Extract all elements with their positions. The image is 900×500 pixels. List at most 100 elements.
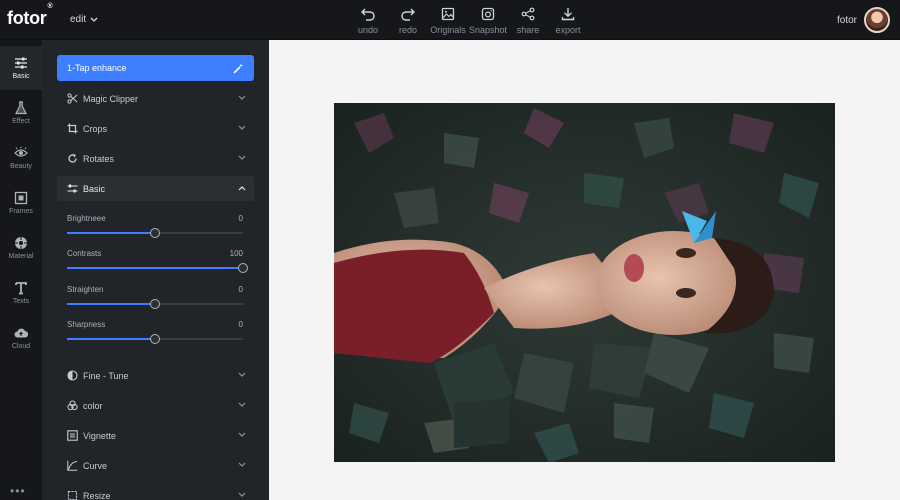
rail-item-texts[interactable]: Texts — [0, 271, 42, 315]
rail-label: Effect — [12, 118, 30, 125]
rail-item-effect[interactable]: Effect — [0, 91, 42, 135]
straighten-slider: Straighten 0 — [67, 285, 243, 313]
color-circles-icon — [67, 400, 78, 411]
more-menu[interactable]: ••• — [10, 484, 26, 498]
edited-photo[interactable] — [334, 103, 835, 462]
section-label: Basic — [83, 183, 106, 194]
sliders-icon — [67, 184, 78, 193]
section-label: Rotates — [83, 153, 115, 164]
section-curve[interactable]: Curve — [57, 453, 254, 478]
section-label: color — [83, 400, 103, 411]
magic-wand-icon — [233, 63, 243, 74]
originals-label: Originals — [430, 25, 466, 35]
section-color[interactable]: color — [57, 393, 254, 418]
slider-fill — [67, 338, 155, 340]
section-label: Resize — [83, 490, 111, 500]
slider-value: 0 — [238, 214, 243, 223]
contrast-slider: Contrasts 100 — [67, 249, 248, 277]
export-label: export — [555, 25, 581, 35]
snapshot-label: Snapshot — [468, 25, 508, 35]
slider-handle[interactable] — [150, 228, 160, 238]
section-label: Magic Clipper — [83, 93, 139, 104]
snapshot-icon — [481, 7, 495, 21]
share-button[interactable]: share — [508, 6, 548, 35]
curve-icon — [67, 460, 78, 471]
top-bar: fotor® edit undo redo Originals Snapshot… — [0, 0, 900, 40]
rail-item-material[interactable]: Material — [0, 226, 42, 270]
toolbar: undo redo Originals Snapshot share expor… — [348, 6, 588, 35]
editor-canvas[interactable] — [269, 40, 900, 500]
snapshot-button[interactable]: Snapshot — [468, 6, 508, 35]
edit-menu-dropdown[interactable]: edit — [70, 14, 98, 25]
rotate-icon — [68, 153, 77, 163]
section-label: Vignette — [83, 430, 116, 441]
chevron-down-icon — [90, 17, 98, 22]
eye-icon — [14, 146, 28, 157]
enhance-label: 1-Tap enhance — [67, 63, 127, 73]
vignette-icon — [67, 430, 78, 441]
share-label: share — [516, 25, 540, 35]
resize-icon — [67, 490, 78, 500]
rail-label: Cloud — [11, 343, 31, 350]
rail-label: Texts — [12, 298, 30, 305]
fotor-logo[interactable]: fotor® — [7, 3, 53, 29]
slider-handle[interactable] — [150, 299, 160, 309]
download-icon — [561, 8, 575, 21]
rail-item-frames[interactable]: Frames — [0, 181, 42, 225]
section-label: Crops — [83, 123, 108, 134]
slider-track[interactable] — [67, 334, 243, 344]
section-fine-tune[interactable]: Fine - Tune — [57, 363, 254, 388]
chevron-down-icon — [238, 462, 246, 467]
slider-fill — [67, 232, 155, 234]
section-label: Curve — [83, 460, 108, 471]
section-rotates[interactable]: Rotates — [57, 146, 254, 171]
slider-fill — [67, 303, 155, 305]
crop-icon — [67, 123, 78, 134]
undo-button[interactable]: undo — [348, 6, 388, 35]
chevron-down-icon — [238, 95, 246, 100]
section-crops[interactable]: Crops — [57, 116, 254, 141]
export-button[interactable]: export — [548, 6, 588, 35]
slider-label: Sharpness — [67, 320, 106, 329]
slider-value: 0 — [238, 285, 243, 294]
rail-label: Material — [8, 253, 34, 260]
section-label: Fine - Tune — [83, 370, 129, 381]
rail-label: Beauty — [10, 163, 32, 170]
half-circle-icon — [67, 370, 78, 381]
adjust-panel: 1-Tap enhance Magic Clipper Crops Rotate… — [42, 40, 269, 500]
one-tap-enhance-button[interactable]: 1-Tap enhance — [57, 55, 254, 81]
slider-fill — [67, 267, 243, 269]
user-menu[interactable]: fotor — [837, 7, 890, 33]
section-basic[interactable]: Basic — [57, 176, 254, 201]
section-resize[interactable]: Resize — [57, 483, 254, 500]
avatar[interactable] — [864, 7, 890, 33]
slider-handle[interactable] — [150, 334, 160, 344]
brightness-slider: Brightneee 0 — [67, 214, 243, 242]
slider-label: Straighten — [67, 285, 104, 294]
chevron-down-icon — [238, 155, 246, 160]
share-icon — [521, 7, 535, 21]
slider-track[interactable] — [67, 228, 243, 238]
image-icon — [441, 7, 455, 21]
slider-label: Brightneee — [67, 214, 106, 223]
undo-icon — [361, 8, 375, 21]
undo-label: undo — [357, 25, 379, 35]
chevron-down-icon — [238, 372, 246, 377]
cloud-upload-icon — [14, 328, 28, 338]
slider-value: 0 — [238, 320, 243, 329]
rail-item-basic[interactable]: Basic — [0, 46, 42, 90]
chevron-up-icon — [238, 186, 246, 191]
rail-item-beauty[interactable]: Beauty — [0, 136, 42, 180]
frame-icon — [14, 191, 28, 205]
slider-handle[interactable] — [238, 263, 248, 273]
section-vignette[interactable]: Vignette — [57, 423, 254, 448]
chevron-down-icon — [238, 402, 246, 407]
redo-button[interactable]: redo — [388, 6, 428, 35]
originals-button[interactable]: Originals — [428, 6, 468, 35]
section-magic-clipper[interactable]: Magic Clipper — [57, 86, 254, 111]
slider-track[interactable] — [67, 299, 243, 309]
rail-label: Frames — [9, 208, 33, 215]
rail-item-cloud[interactable]: Cloud — [0, 316, 42, 360]
slider-track[interactable] — [67, 263, 248, 273]
rail-label: Basic — [12, 73, 30, 80]
